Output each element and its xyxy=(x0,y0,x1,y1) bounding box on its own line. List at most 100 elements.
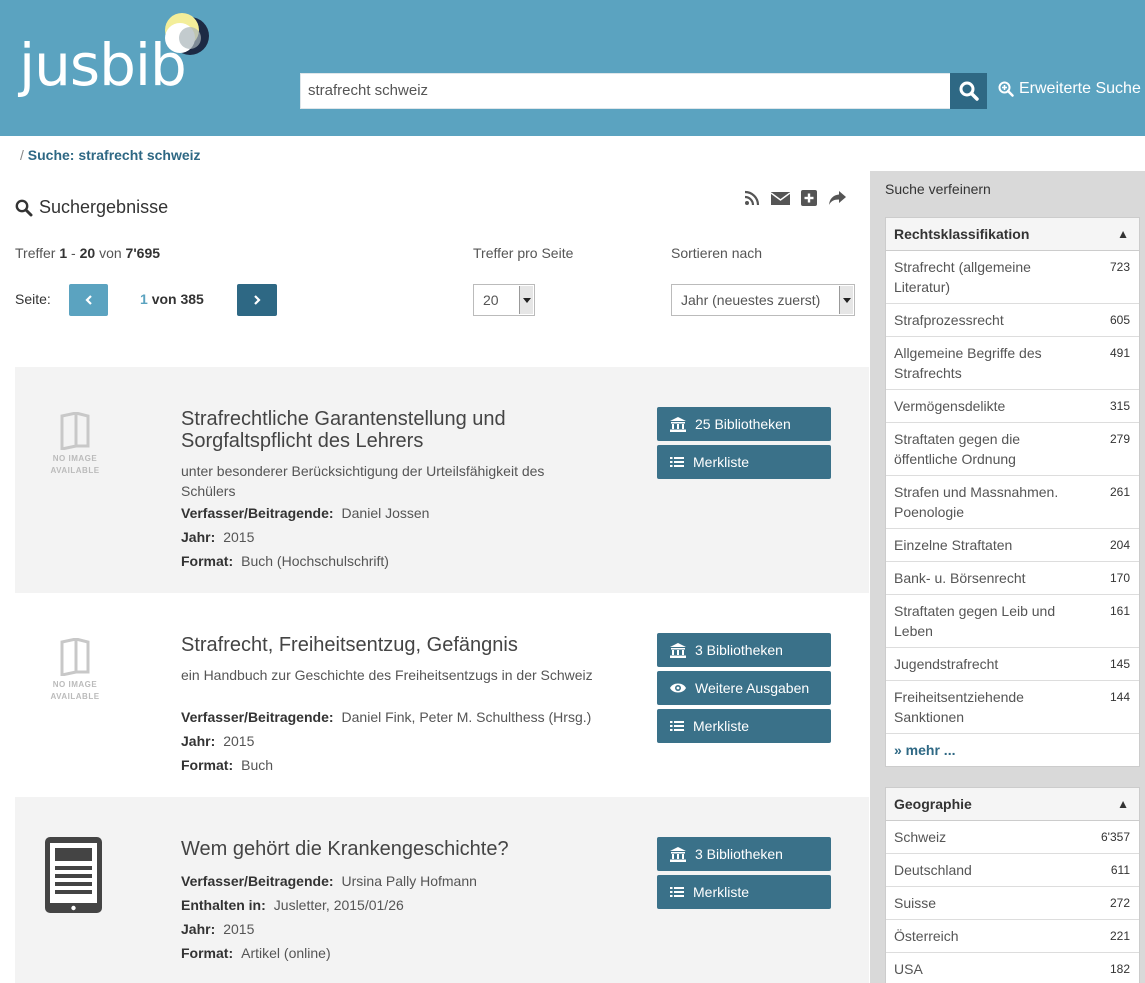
chevron-right-icon xyxy=(254,295,261,305)
button-label: Merkliste xyxy=(693,718,750,734)
next-page-button[interactable] xyxy=(237,284,277,316)
result-title[interactable]: Wem gehört die Krankengeschichte? xyxy=(181,838,601,860)
rss-icon[interactable] xyxy=(744,190,760,206)
bookmark-list-button[interactable]: Merkliste xyxy=(657,709,831,743)
eye-icon xyxy=(670,683,686,693)
facet-item[interactable]: Freiheitsentziehende Sanktionen 144 xyxy=(886,681,1139,734)
facet-item[interactable]: Strafprozessrecht 605 xyxy=(886,304,1139,337)
result-subtitle: ein Handbuch zur Geschichte des Freiheit… xyxy=(181,667,593,683)
library-icon xyxy=(670,416,686,432)
facet-item[interactable]: Strafen und Massnahmen. Poenologie 261 xyxy=(886,476,1139,529)
facet-item[interactable]: Österreich 221 xyxy=(886,920,1139,953)
no-image-text: AVAILABLE xyxy=(50,466,100,475)
facet-item[interactable]: USA 182 xyxy=(886,953,1139,983)
facet-geography: Geographie ▲ Schweiz 6'357 Deutschland 611… xyxy=(885,787,1140,983)
facet-item[interactable]: Bank- u. Börsenrecht 170 xyxy=(886,562,1139,595)
facet-item[interactable]: Schweiz 6'357 xyxy=(886,821,1139,854)
search-input[interactable]: strafrecht schweiz xyxy=(300,73,951,109)
page-info: 1 von 385 xyxy=(140,291,204,307)
add-icon[interactable] xyxy=(801,190,817,206)
refine-sidebar: Suche verfeinern Rechtsklassifikation ▲ … xyxy=(870,171,1145,983)
field-label: Enthalten in: xyxy=(181,897,266,913)
facet-count: 144 xyxy=(1109,690,1130,704)
facet-item[interactable]: Straftaten gegen Leib und Leben 161 xyxy=(886,595,1139,648)
libraries-button[interactable]: 3 Bibliotheken xyxy=(657,837,831,871)
facet-count: 170 xyxy=(1109,571,1130,585)
facet-label: Straftaten gegen die öffentliche Ordnung xyxy=(894,431,1021,467)
facet-more-link[interactable]: » mehr ... xyxy=(886,734,1139,766)
facet-count: 204 xyxy=(1109,538,1130,552)
facet-item[interactable]: Vermögensdelikte 315 xyxy=(886,390,1139,423)
bookmark-list-button[interactable]: Merkliste xyxy=(657,445,831,479)
facet-label: Freiheitsentziehende Sanktionen xyxy=(894,689,1024,725)
result-title[interactable]: Strafrecht, Freiheitsentzug, Gefängnis xyxy=(181,634,601,656)
results-heading: Suchergebnisse xyxy=(15,197,168,218)
library-icon xyxy=(670,846,686,862)
facet-count: 611 xyxy=(1110,863,1130,877)
field-value: 2015 xyxy=(223,921,255,937)
facet-label: Deutschland xyxy=(894,862,972,878)
hits-per-page-select[interactable]: 20 xyxy=(473,284,535,316)
hits-to: 20 xyxy=(79,245,96,261)
no-image-text: AVAILABLE xyxy=(50,692,100,701)
facet-label: Vermögensdelikte xyxy=(894,398,1006,414)
facet-item[interactable]: Suisse 272 xyxy=(886,887,1139,920)
facet-header[interactable]: Geographie ▲ xyxy=(886,788,1139,821)
facet-item[interactable]: Straftaten gegen die öffentliche Ordnung… xyxy=(886,423,1139,476)
field-value: Buch (Hochschulschrift) xyxy=(241,553,389,569)
library-icon xyxy=(670,642,686,658)
hits-from: 1 xyxy=(59,245,68,261)
button-label: Merkliste xyxy=(693,884,750,900)
chevron-left-icon xyxy=(84,295,92,305)
facet-label: Strafrecht (allgemeine Literatur) xyxy=(894,259,1031,295)
no-image-text: NO IMAGE xyxy=(52,680,98,689)
email-icon[interactable] xyxy=(771,191,790,206)
facet-title: Geographie xyxy=(894,796,972,812)
book-placeholder-icon xyxy=(60,637,90,677)
field-label: Format: xyxy=(181,553,234,569)
previous-page-button[interactable] xyxy=(69,284,108,316)
advanced-search-link[interactable]: Erweiterte Suche xyxy=(998,80,1141,98)
breadcrumb-current[interactable]: Suche: strafrecht schweiz xyxy=(28,147,201,163)
hits-of: von xyxy=(99,245,122,261)
facet-item[interactable]: Deutschland 611 xyxy=(886,854,1139,887)
button-label: Merkliste xyxy=(693,454,750,470)
facet-item[interactable]: Jugendstrafrecht 145 xyxy=(886,648,1139,681)
result-contained-in: Enthalten in: Jusletter, 2015/01/26 xyxy=(181,897,404,913)
sort-label: Sortieren nach xyxy=(671,245,763,261)
bookmark-list-button[interactable]: Merkliste xyxy=(657,875,831,909)
facet-label: Strafprozessrecht xyxy=(894,312,1004,328)
no-image-text: NO IMAGE xyxy=(52,454,98,463)
result-item: NO IMAGE AVAILABLE Strafrechtliche Garan… xyxy=(15,367,869,593)
share-icon[interactable] xyxy=(828,190,847,206)
result-title[interactable]: Strafrechtliche Garantenstellung und Sor… xyxy=(181,408,601,452)
result-year: Jahr: 2015 xyxy=(181,921,254,937)
result-item: Wem gehört die Krankengeschichte? Verfas… xyxy=(15,797,869,983)
hits-per-page-value: 20 xyxy=(483,292,499,308)
libraries-button[interactable]: 3 Bibliotheken xyxy=(657,633,831,667)
current-page: 1 xyxy=(140,291,148,307)
breadcrumb: / Suche: strafrecht schweiz xyxy=(20,147,201,163)
sort-select[interactable]: Jahr (neuestes zuerst) xyxy=(671,284,855,316)
facet-label: Jugendstrafrecht xyxy=(894,656,999,672)
facet-header[interactable]: Rechtsklassifikation ▲ xyxy=(886,218,1139,251)
facet-item[interactable]: Allgemeine Begriffe des Strafrechts 491 xyxy=(886,337,1139,390)
site-header: jusbib strafrecht schweiz Erweiterte Suc… xyxy=(0,0,1145,136)
other-editions-button[interactable]: Weitere Ausgaben xyxy=(657,671,831,705)
select-arrow-icon xyxy=(519,286,533,314)
result-author: Verfasser/Beitragende: Daniel Jossen xyxy=(181,505,429,521)
search-button[interactable] xyxy=(950,73,987,109)
facet-label: Schweiz xyxy=(894,829,947,845)
field-label: Jahr: xyxy=(181,921,216,937)
facet-label: Österreich xyxy=(894,928,959,944)
result-format: Format: Artikel (online) xyxy=(181,945,331,961)
libraries-button[interactable]: 25 Bibliotheken xyxy=(657,407,831,441)
field-label: Format: xyxy=(181,757,234,773)
facet-count: 272 xyxy=(1109,896,1130,910)
hits-dash: - xyxy=(71,245,76,261)
facet-count: 279 xyxy=(1109,432,1130,446)
facet-item[interactable]: Einzelne Straftaten 204 xyxy=(886,529,1139,562)
facet-count: 315 xyxy=(1109,399,1130,413)
facet-item[interactable]: Strafrecht (allgemeine Literatur) 723 xyxy=(886,251,1139,304)
result-author: Verfasser/Beitragende: Ursina Pally Hofma… xyxy=(181,873,477,889)
